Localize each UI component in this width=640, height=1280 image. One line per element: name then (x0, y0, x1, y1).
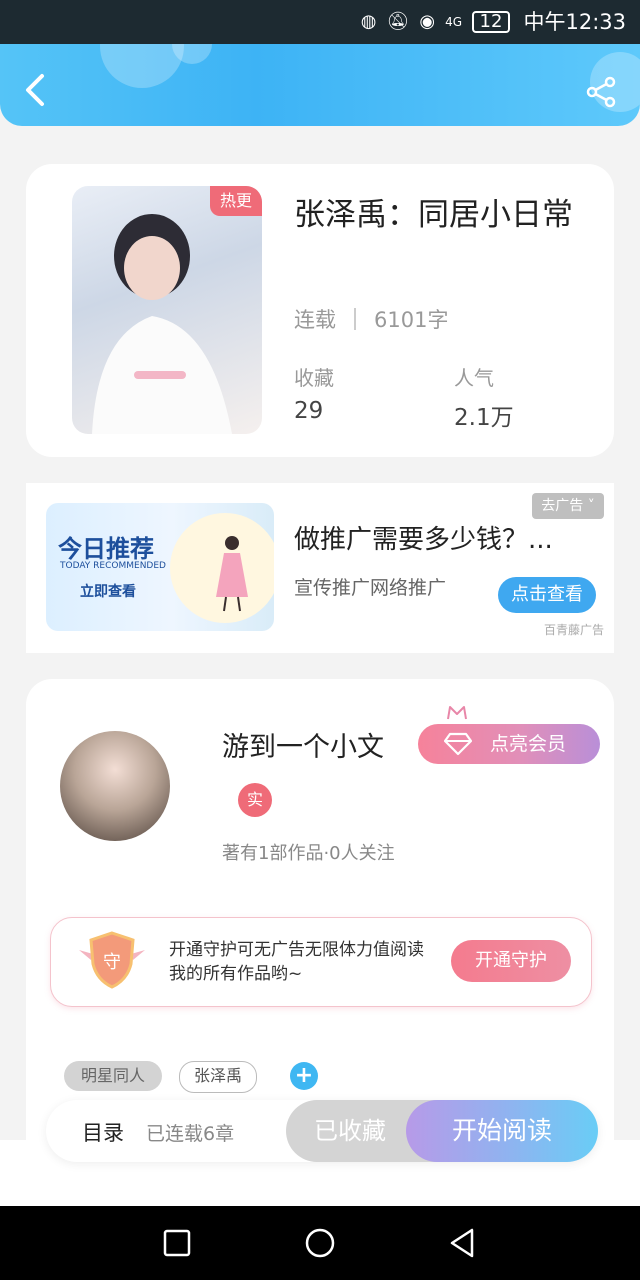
ad-card[interactable]: 今日推荐 TODAY RECOMMENDED 立即查看 去广告 ˅ 做推广需要多… (26, 483, 614, 653)
back-icon[interactable] (22, 72, 50, 108)
vip-button[interactable]: 点亮会员 (418, 724, 600, 764)
book-status-row: 连载 6101字 (294, 304, 448, 334)
author-avatar[interactable] (60, 731, 170, 841)
mute-icon: 🔕︎ (386, 11, 410, 32)
home-icon[interactable] (303, 1226, 337, 1260)
guard-shield-icon: 守 (79, 931, 145, 989)
banner-title: 今日推荐 (58, 535, 154, 563)
tag-chip[interactable]: 张泽禹 (179, 1061, 257, 1093)
ad-subtitle: 宣传推广网络推广 (294, 577, 447, 599)
battery-icon: 12 (472, 11, 510, 33)
author-meta: 著有1部作品·0人关注 (222, 843, 395, 864)
recent-apps-icon[interactable] (160, 1226, 194, 1260)
open-guard-button[interactable]: 开通守护 (451, 940, 571, 982)
status-bar: ◍ 🔕︎ ◉ 4G 12 中午12:33 (0, 0, 640, 44)
book-title: 张泽禹：同居小日常 (294, 197, 573, 233)
hot-badge: 热更 (210, 186, 262, 216)
guard-promo-box: 守 开通守护可无广告无限体力值阅读我的所有作品哟~ 开通守护 (50, 917, 592, 1007)
diamond-icon (444, 732, 472, 756)
share-icon[interactable] (586, 76, 618, 108)
cover-illustration (92, 214, 232, 434)
system-nav-bar (0, 1206, 640, 1280)
book-info-card: 热更 张泽禹：同居小日常 连载 6101字 收藏 29 人气 2.1万 (26, 164, 614, 457)
ad-view-button[interactable]: 点击查看 (498, 577, 596, 613)
word-count: 6101字 (374, 308, 449, 332)
author-name[interactable]: 游到一个小文 (222, 725, 384, 764)
nfc-icon: ◍ (360, 11, 377, 32)
svg-text:守: 守 (103, 952, 121, 973)
start-reading-button[interactable]: 开始阅读 (406, 1100, 598, 1162)
eye-comfort-icon: ◉ (419, 11, 436, 32)
book-cover[interactable]: 热更 (72, 186, 262, 434)
add-tag-button[interactable]: + (290, 1062, 318, 1090)
back-nav-icon[interactable] (446, 1226, 480, 1260)
ad-title[interactable]: 做推广需要多少钱？... (294, 519, 553, 556)
status-time: 中午12:33 (523, 10, 626, 34)
toc-button[interactable]: 目录 (82, 1117, 124, 1147)
status-icons: ◍ 🔕︎ ◉ 4G 12 (361, 8, 510, 36)
serial-status: 连载 (294, 308, 336, 332)
remove-ad-button[interactable]: 去广告 ˅ (532, 493, 604, 519)
ad-source-label: 百青藤广告 (543, 623, 604, 637)
crown-icon (447, 706, 467, 720)
guard-text: 开通守护可无广告无限体力值阅读我的所有作品哟~ (169, 940, 424, 984)
decor-bubble (100, 44, 184, 88)
popularity-value: 2.1万 (454, 405, 514, 431)
banner-girl-illustration (216, 536, 248, 612)
tag-chip[interactable]: 明星同人 (64, 1061, 162, 1091)
banner-subtitle: TODAY RECOMMENDED (60, 561, 166, 571)
chapter-count[interactable]: 已连载6章 (146, 1119, 234, 1146)
header-bar (0, 44, 640, 126)
popularity-label: 人气 (454, 366, 494, 390)
reading-action-bar: 目录 已连载6章 已收藏 开始阅读 (46, 1100, 598, 1162)
collected-label: 已收藏 (314, 1117, 386, 1145)
ad-banner-image[interactable]: 今日推荐 TODAY RECOMMENDED 立即查看 (46, 503, 274, 631)
favorites-label: 收藏 (294, 366, 334, 390)
vip-button-label: 点亮会员 (490, 733, 567, 755)
divider (354, 308, 356, 330)
signal-icon: 4G (445, 15, 462, 29)
favorites-value: 29 (294, 398, 324, 424)
verified-badge: 实 (238, 783, 272, 817)
banner-button: 立即查看 (80, 584, 136, 600)
